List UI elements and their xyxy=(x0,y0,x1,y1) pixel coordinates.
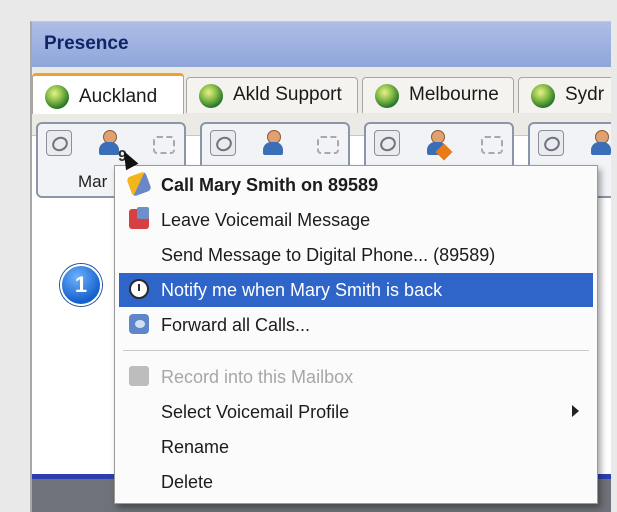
menu-item-leave-voicemail[interactable]: Leave Voicemail Message xyxy=(119,203,593,237)
menu-item-label: Notify me when Mary Smith is back xyxy=(161,280,443,300)
dial-icon[interactable] xyxy=(374,130,400,156)
panel-titlebar: Presence xyxy=(32,22,611,67)
globe-icon xyxy=(531,84,555,108)
tab-sydney[interactable]: Sydr xyxy=(518,77,611,113)
tab-akld-support[interactable]: Akld Support xyxy=(186,77,358,113)
tab-label: Auckland xyxy=(79,86,158,107)
record-icon xyxy=(129,366,149,386)
tab-melbourne[interactable]: Melbourne xyxy=(362,77,514,113)
phone-call-icon xyxy=(126,171,152,197)
clock-icon xyxy=(129,279,149,299)
context-menu: Call Mary Smith on 89589 Leave Voicemail… xyxy=(114,165,598,504)
presence-name: Mar xyxy=(78,172,108,191)
submenu-arrow-icon xyxy=(572,405,579,417)
phone-icon xyxy=(314,130,340,156)
menu-item-label: Rename xyxy=(161,437,230,457)
menu-item-notify[interactable]: Notify me when Mary Smith is back xyxy=(119,273,593,307)
menu-item-record-mailbox: Record into this Mailbox xyxy=(119,360,593,394)
person-icon xyxy=(260,130,286,156)
menu-item-select-voicemail-profile[interactable]: Select Voicemail Profile xyxy=(119,395,593,429)
voicemail-icon xyxy=(129,207,149,229)
menu-item-rename[interactable]: Rename xyxy=(119,430,593,464)
menu-item-label: Call Mary Smith on 89589 xyxy=(161,175,379,195)
dial-icon[interactable] xyxy=(46,130,72,156)
tab-auckland[interactable]: Auckland xyxy=(32,73,184,114)
menu-item-send-message[interactable]: Send Message to Digital Phone... (89589) xyxy=(119,238,593,272)
menu-item-delete[interactable]: Delete xyxy=(119,465,593,499)
step-number-badge: 1 xyxy=(60,264,102,306)
menu-item-label: Send Message to Digital Phone... (89589) xyxy=(161,245,496,265)
forward-icon xyxy=(129,314,149,334)
phone-icon xyxy=(478,130,504,156)
dial-icon[interactable] xyxy=(538,130,564,156)
menu-item-label: Leave Voicemail Message xyxy=(161,210,371,230)
menu-separator xyxy=(123,350,589,351)
menu-item-label: Select Voicemail Profile xyxy=(161,402,350,422)
person-icon xyxy=(588,130,611,156)
screenshot-frame: Presence Auckland Akld Support Melbourne… xyxy=(0,0,617,512)
globe-icon xyxy=(375,84,399,108)
phone-icon xyxy=(150,130,176,156)
dial-icon[interactable] xyxy=(210,130,236,156)
menu-item-label: Delete xyxy=(161,472,214,492)
menu-item-call[interactable]: Call Mary Smith on 89589 xyxy=(119,168,593,202)
menu-item-label: Forward all Calls... xyxy=(161,315,311,335)
panel-title: Presence xyxy=(44,33,129,54)
tab-label: Sydr xyxy=(565,84,605,105)
tab-label: Akld Support xyxy=(233,84,342,105)
globe-icon xyxy=(199,84,223,108)
globe-icon xyxy=(45,85,69,109)
menu-item-forward-calls[interactable]: Forward all Calls... xyxy=(119,308,593,342)
menu-item-label: Record into this Mailbox xyxy=(161,367,354,387)
tab-label: Melbourne xyxy=(409,84,499,105)
